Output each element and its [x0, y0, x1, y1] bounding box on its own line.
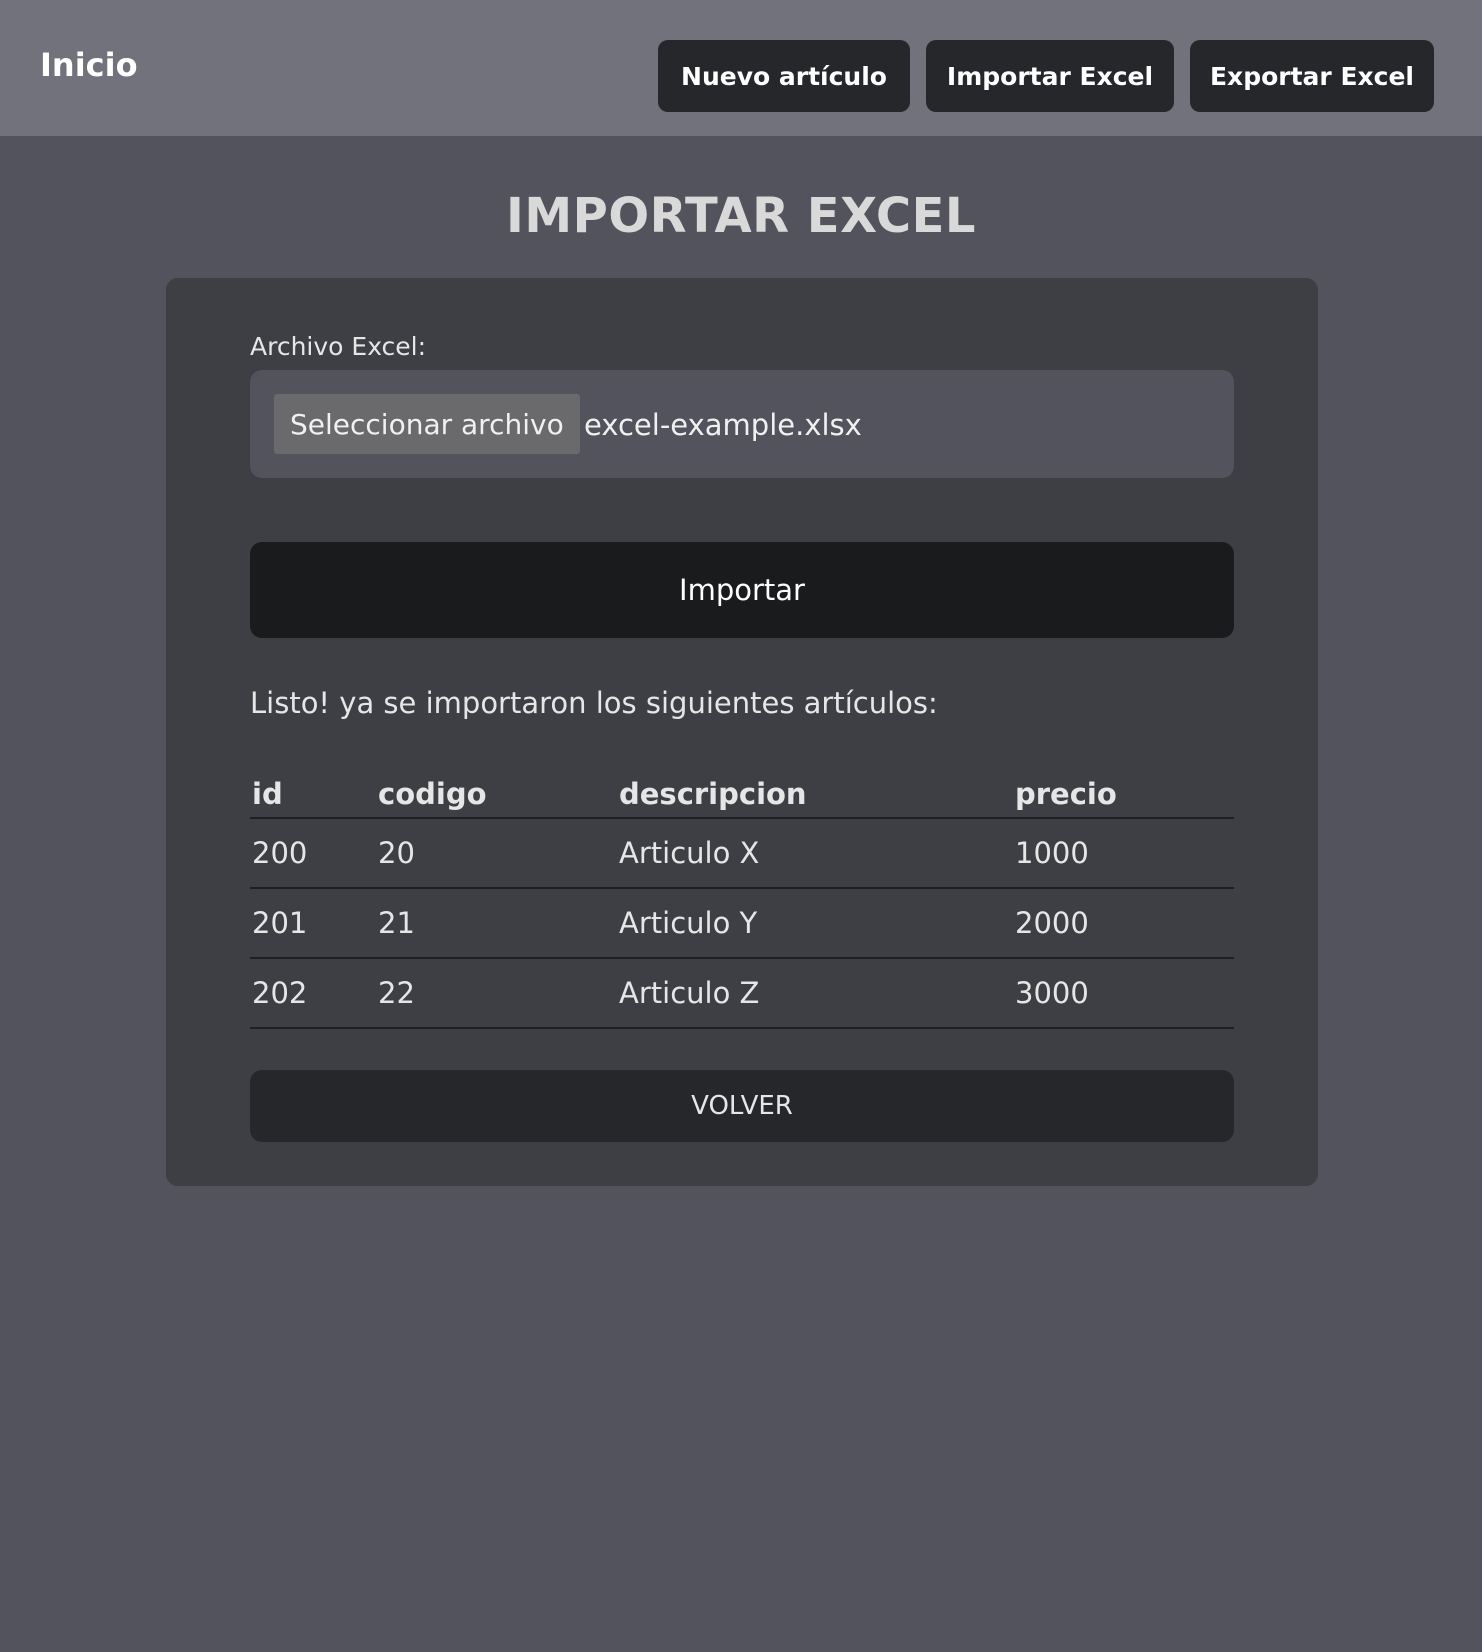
column-header-codigo: codigo — [376, 764, 617, 819]
table-row: 202 22 Articulo Z 3000 — [250, 958, 1234, 1029]
selected-file-name: excel-example.xlsx — [584, 408, 862, 442]
import-submit-button[interactable]: Importar — [250, 542, 1234, 638]
file-input-field[interactable]: Seleccionar archivo excel-example.xlsx — [250, 370, 1234, 478]
column-header-precio: precio — [1013, 764, 1234, 819]
column-header-descripcion: descripcion — [617, 764, 1013, 819]
top-navbar: Inicio Nuevo artículo Importar Excel Exp… — [0, 0, 1482, 136]
cell-precio: 1000 — [1013, 818, 1234, 889]
cell-descripcion: Articulo Z — [617, 958, 1013, 1029]
cell-descripcion: Articulo Y — [617, 888, 1013, 959]
import-card: Archivo Excel: Seleccionar archivo excel… — [166, 278, 1318, 1186]
imported-items-table: id codigo descripcion precio 200 20 Arti… — [250, 764, 1234, 1029]
cell-id: 202 — [250, 958, 376, 1029]
table-row: 201 21 Articulo Y 2000 — [250, 888, 1234, 959]
import-excel-nav-button[interactable]: Importar Excel — [926, 40, 1174, 112]
cell-descripcion: Articulo X — [617, 818, 1013, 889]
import-result-message: Listo! ya se importaron los siguientes a… — [250, 686, 938, 720]
cell-codigo: 20 — [376, 818, 617, 889]
cell-id: 200 — [250, 818, 376, 889]
cell-id: 201 — [250, 888, 376, 959]
file-field-label: Archivo Excel: — [250, 332, 427, 361]
export-excel-nav-button[interactable]: Exportar Excel — [1190, 40, 1434, 112]
table-row: 200 20 Articulo X 1000 — [250, 818, 1234, 889]
new-item-button[interactable]: Nuevo artículo — [658, 40, 910, 112]
table-header-row: id codigo descripcion precio — [250, 764, 1234, 819]
home-link[interactable]: Inicio — [40, 46, 138, 84]
cell-precio: 2000 — [1013, 888, 1234, 959]
page-title: IMPORTAR EXCEL — [506, 188, 976, 244]
cell-precio: 3000 — [1013, 958, 1234, 1029]
choose-file-button[interactable]: Seleccionar archivo — [274, 394, 580, 454]
cell-codigo: 21 — [376, 888, 617, 959]
column-header-id: id — [250, 764, 376, 819]
back-button[interactable]: VOLVER — [250, 1070, 1234, 1142]
cell-codigo: 22 — [376, 958, 617, 1029]
